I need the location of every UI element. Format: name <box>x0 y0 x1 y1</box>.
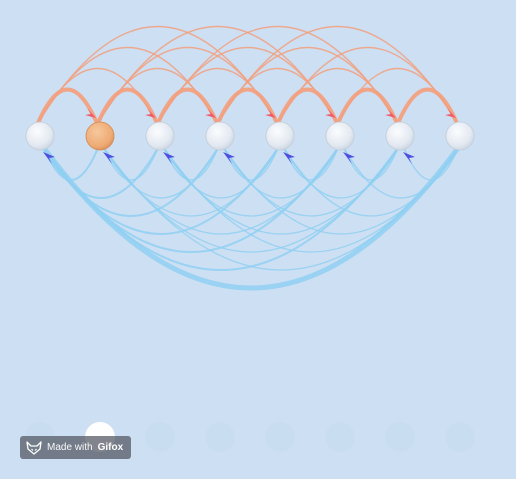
node <box>25 121 55 151</box>
backward-arc <box>103 147 159 181</box>
node-highlighted <box>85 121 115 151</box>
node <box>385 121 415 151</box>
forward-arcs <box>36 25 458 125</box>
fox-icon <box>26 440 42 455</box>
gifox-watermark: Made with Gifox <box>20 436 132 459</box>
backward-arrowhead <box>403 152 415 164</box>
node <box>265 121 295 151</box>
backward-arc <box>343 147 399 181</box>
progress-dot <box>325 422 355 452</box>
backward-arc <box>163 147 219 181</box>
node <box>145 121 175 151</box>
nodes <box>25 121 475 151</box>
forward-arc <box>157 25 397 124</box>
backward-arc <box>403 147 459 181</box>
arc-diagram <box>25 25 475 452</box>
watermark-brand: Gifox <box>97 442 124 453</box>
forward-arc <box>97 25 337 124</box>
backward-arc <box>43 147 99 181</box>
progress-dot <box>445 422 475 452</box>
backward-arc <box>283 147 339 181</box>
progress-dot <box>205 422 235 452</box>
backward-arc <box>223 147 279 181</box>
forward-arc <box>36 87 98 125</box>
forward-arc <box>37 25 277 124</box>
backward-arcs <box>41 145 461 291</box>
forward-arc <box>217 25 457 124</box>
node <box>445 121 475 151</box>
progress-dot <box>145 422 175 452</box>
progress-dot <box>385 422 415 452</box>
node <box>325 121 355 151</box>
watermark-prefix: Made with <box>47 442 93 453</box>
progress-dot <box>265 422 295 452</box>
forward-arc <box>277 46 457 124</box>
node <box>205 121 235 151</box>
